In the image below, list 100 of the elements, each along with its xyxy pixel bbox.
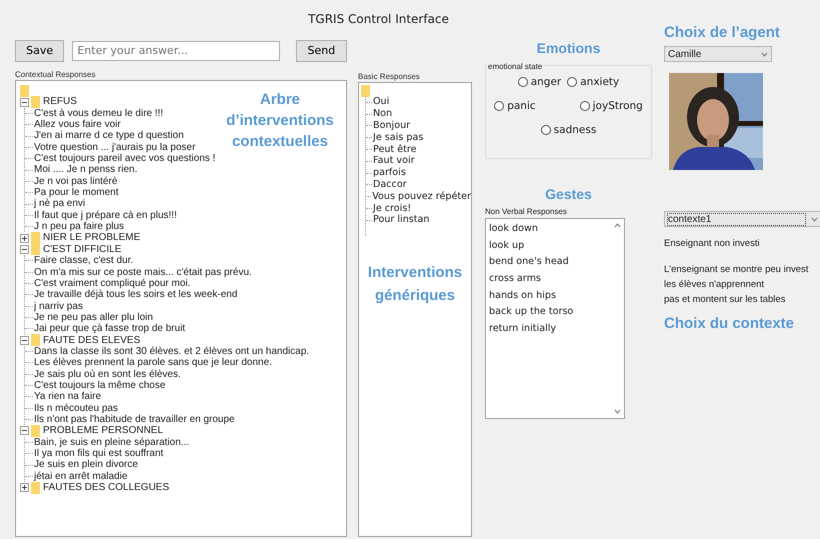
tree-item[interactable]: Faut voir — [373, 155, 415, 168]
group-label: Non Verbal Responses — [485, 207, 568, 216]
tree-item[interactable]: Il faut que j prépare cà en plus!!! — [34, 210, 177, 222]
folder-icon — [31, 334, 40, 346]
tree-item[interactable]: Je suis en plein divorce — [34, 459, 138, 471]
tree-item[interactable]: Je crois! — [373, 202, 412, 214]
list-item[interactable]: return initially — [489, 321, 607, 338]
scroll-down-icon[interactable] — [614, 409, 620, 414]
tree-item[interactable]: j narriv pas — [34, 300, 83, 312]
folder-icon — [31, 96, 40, 108]
tree-item[interactable]: Bonjour — [373, 120, 410, 132]
list-item[interactable]: hands on hips — [489, 288, 607, 304]
radio-label[interactable]: joyStrong — [592, 100, 643, 112]
tree-item[interactable]: Je n voi pas lintérè — [34, 176, 118, 188]
radio-button[interactable] — [540, 125, 551, 135]
description-text: les élèves n'apprennent — [664, 278, 766, 292]
tree-item[interactable]: On m'a mis sur ce poste mais... c'était pas prévu. — [34, 266, 252, 278]
tree-item[interactable]: Votre question ... j'aurais pu la poser — [34, 142, 196, 154]
section-title: Choix du contexte — [664, 315, 796, 332]
folder-icon — [31, 243, 40, 256]
radio-label[interactable]: panic — [507, 100, 536, 112]
context-name: Enseignant non investi — [664, 238, 761, 249]
tree-item[interactable]: Pa pour le moment — [34, 187, 118, 198]
radio-button[interactable] — [494, 101, 504, 111]
tree-item[interactable]: Les élèves prennent la parole sans que je leur donne. — [34, 357, 272, 369]
tree-item[interactable]: C'est toujours la même chose — [34, 380, 166, 392]
agent-dropdown[interactable]: Camille — [664, 46, 772, 62]
radio-label[interactable]: sadness — [554, 124, 596, 136]
tree-item[interactable]: Ils n mécouteu pas — [34, 402, 118, 414]
chevron-icon — [761, 52, 768, 56]
collapse-icon[interactable] — [20, 98, 29, 107]
tree-item[interactable]: Daccor — [373, 178, 407, 191]
list-item[interactable]: look up — [489, 238, 607, 254]
folder-icon — [31, 232, 40, 244]
tree-item[interactable]: jétai en arrêt maladie — [34, 470, 128, 482]
group-label: Basic Responses — [358, 72, 421, 82]
tree-category[interactable]: NIER LE PROBLEME — [43, 232, 140, 244]
expand-icon[interactable] — [20, 234, 29, 243]
tree-item[interactable]: C'est toujours pareil avec vos questions ! — [34, 153, 216, 164]
tree-item[interactable]: Allez vous faire voir — [34, 119, 121, 130]
tree-category[interactable]: FAUTES DES COLLEGUES — [43, 482, 170, 494]
tree-category[interactable]: REFUS — [43, 96, 77, 108]
radio-button[interactable] — [567, 77, 578, 87]
section-title: Gestes — [544, 186, 593, 202]
tree-item[interactable]: Je travaille déjà tous les soirs et les week-end — [34, 289, 238, 301]
send-button[interactable]: Send — [296, 40, 347, 62]
collapse-icon[interactable] — [20, 336, 29, 345]
folder-icon — [20, 84, 29, 97]
list-item[interactable]: look down — [489, 221, 607, 238]
tree-item[interactable]: Faire classe, c'est dur. — [34, 255, 134, 266]
tree-item[interactable]: Peut être — [373, 144, 417, 156]
tree-item[interactable]: Je sais pas — [373, 132, 424, 144]
window-title: TGRIS Control Interface — [307, 12, 450, 28]
save-button[interactable]: Save — [15, 40, 64, 62]
tree-item[interactable]: Dans la classe ils sont 30 élèves. et 2 élèves ont un handicap. — [34, 346, 310, 358]
expand-icon[interactable] — [20, 483, 29, 492]
annotation-text: Interventions génériques — [366, 263, 464, 306]
tree-item[interactable]: Pour linstan — [373, 214, 430, 226]
tree-item[interactable]: j nè pa envi — [34, 198, 86, 210]
tree-category[interactable]: PROBLEME PERSONNEL — [43, 425, 164, 437]
tree-item[interactable]: Jai peur que çà fasse trop de bruit — [34, 323, 186, 335]
scroll-up-icon[interactable] — [614, 223, 620, 228]
group-label: Contextual Responses — [15, 70, 96, 80]
tree-item[interactable]: Bain, je suis en pleine séparation... — [34, 436, 190, 448]
tree-item[interactable]: Je sais plu où en sont les élèves. — [34, 368, 181, 380]
list-item[interactable]: back up the torso — [489, 304, 607, 322]
radio-button[interactable] — [580, 101, 590, 111]
description-text: L'enseignant se montre peu invest — [664, 263, 810, 277]
tree-item[interactable]: J n peu pa faire plus — [34, 221, 124, 232]
tree-item[interactable]: parfois — [373, 167, 406, 179]
section-title: Emotions — [536, 40, 602, 58]
radio-label[interactable]: anxiety — [580, 76, 620, 88]
folder-icon — [31, 424, 40, 437]
description-text: pas et montent sur les tables — [664, 293, 786, 307]
collapse-icon[interactable] — [20, 244, 29, 254]
list-item[interactable]: bend one's head — [489, 254, 607, 272]
answer-field[interactable]: Enter your answer... — [72, 40, 280, 60]
tree-item[interactable]: Non — [373, 108, 392, 120]
collapse-icon[interactable] — [20, 426, 29, 436]
annotation-text: Arbre d’interventions contextuelles — [225, 90, 335, 152]
tree-item[interactable]: J'en ai marre d ce type d question — [34, 130, 184, 142]
radio-button[interactable] — [518, 77, 528, 87]
tree-item[interactable]: C'est vraiment compliqué pour moi. — [34, 278, 190, 290]
radio-label[interactable]: anger — [530, 76, 562, 88]
chevron-icon — [811, 216, 818, 222]
tree-item[interactable]: Ils n'ont pas l'habitude de travailler en groupe — [34, 414, 235, 426]
tree-item[interactable]: Je ne peu pas aller plu loin — [34, 312, 153, 324]
tree-item[interactable]: Vous pouvez répéter — [372, 190, 471, 203]
tree-item[interactable]: Ya rien na faire — [34, 391, 102, 403]
list-item[interactable]: cross arms — [489, 271, 607, 288]
tree-category[interactable]: FAUTE DES ELEVES — [43, 334, 140, 346]
group-label: emotional state — [488, 62, 542, 71]
context-dropdown[interactable]: contexte1 — [664, 211, 820, 227]
tree-item[interactable]: C'est à vous demeu le dire !!! — [34, 108, 164, 120]
tree-item[interactable]: Moi .... Je n penss rien. — [34, 164, 138, 176]
folder-icon — [31, 482, 40, 494]
tree-item[interactable]: Il ya mon fils qui est souffrant — [34, 448, 164, 460]
tree-category[interactable]: C'EST DIFFICILE — [43, 244, 122, 256]
section-title: Choix de l’agent — [664, 24, 781, 43]
tree-item[interactable]: Oui — [373, 96, 390, 108]
